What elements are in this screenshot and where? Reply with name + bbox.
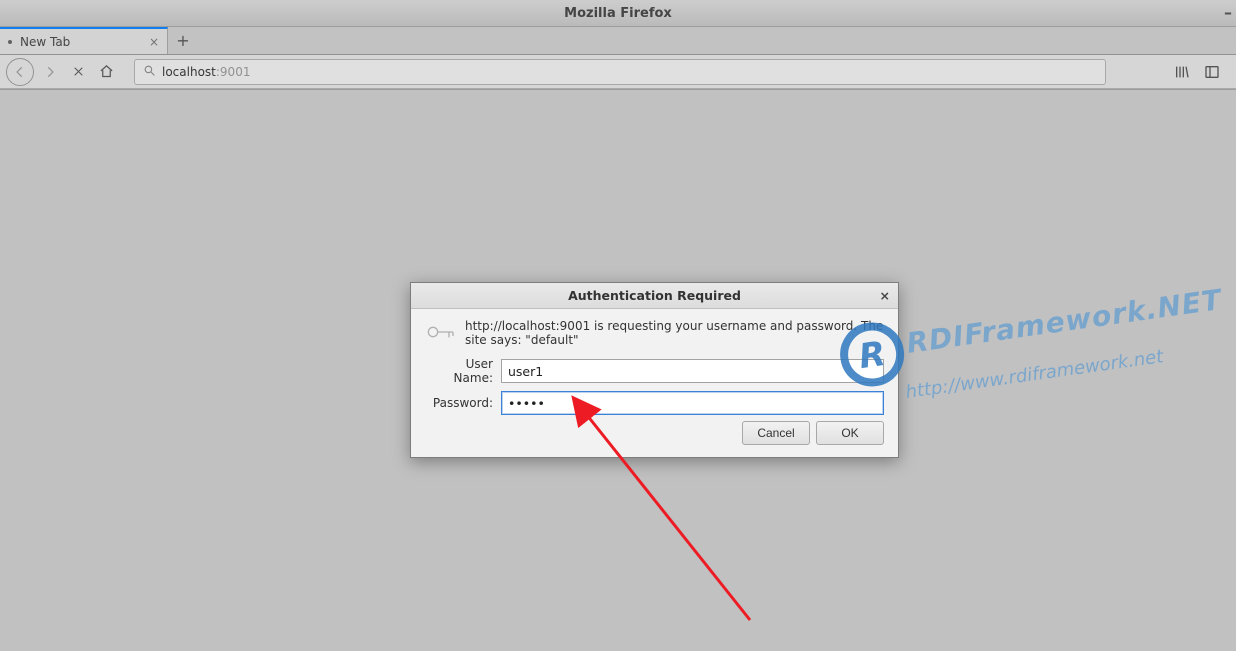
close-icon xyxy=(72,65,85,78)
forward-button[interactable] xyxy=(38,60,62,84)
username-input[interactable] xyxy=(501,359,884,383)
arrow-left-icon xyxy=(13,65,27,79)
window-titlebar: Mozilla Firefox – xyxy=(0,0,1236,27)
panel-icon xyxy=(1204,64,1220,80)
toolbar: localhost:9001 xyxy=(0,55,1236,89)
arrow-right-icon xyxy=(43,65,57,79)
stop-button[interactable] xyxy=(66,60,90,84)
cancel-button[interactable]: Cancel xyxy=(742,421,810,445)
password-input[interactable] xyxy=(501,391,884,415)
library-icon xyxy=(1174,64,1190,80)
dialog-close-button[interactable]: × xyxy=(880,288,890,303)
search-icon xyxy=(143,64,156,80)
sidebar-button[interactable] xyxy=(1200,60,1224,84)
home-icon xyxy=(99,64,114,79)
dialog-message: http://localhost:9001 is requesting your… xyxy=(465,319,884,347)
dialog-title: Authentication Required xyxy=(568,288,741,303)
window-title: Mozilla Firefox xyxy=(564,6,672,21)
ok-button[interactable]: OK xyxy=(816,421,884,445)
tab-label: New Tab xyxy=(20,35,70,49)
url-bar[interactable]: localhost:9001 xyxy=(134,59,1106,85)
auth-dialog: Authentication Required × http://localho… xyxy=(410,282,899,458)
tab-load-indicator-icon xyxy=(8,40,12,44)
dialog-titlebar: Authentication Required × xyxy=(411,283,898,309)
password-label: Password: xyxy=(425,396,493,410)
back-button[interactable] xyxy=(6,58,34,86)
key-icon xyxy=(425,320,465,347)
tab-new-tab[interactable]: New Tab × xyxy=(0,27,168,54)
home-button[interactable] xyxy=(94,60,118,84)
username-label: User Name: xyxy=(425,357,493,385)
plus-icon: + xyxy=(176,31,189,50)
url-port: :9001 xyxy=(216,65,251,79)
minimize-icon[interactable]: – xyxy=(1224,3,1232,22)
library-button[interactable] xyxy=(1170,60,1194,84)
new-tab-button[interactable]: + xyxy=(168,27,198,54)
url-host: localhost xyxy=(162,65,216,79)
tab-close-icon[interactable]: × xyxy=(149,35,159,49)
tab-strip: New Tab × + xyxy=(0,27,1236,55)
